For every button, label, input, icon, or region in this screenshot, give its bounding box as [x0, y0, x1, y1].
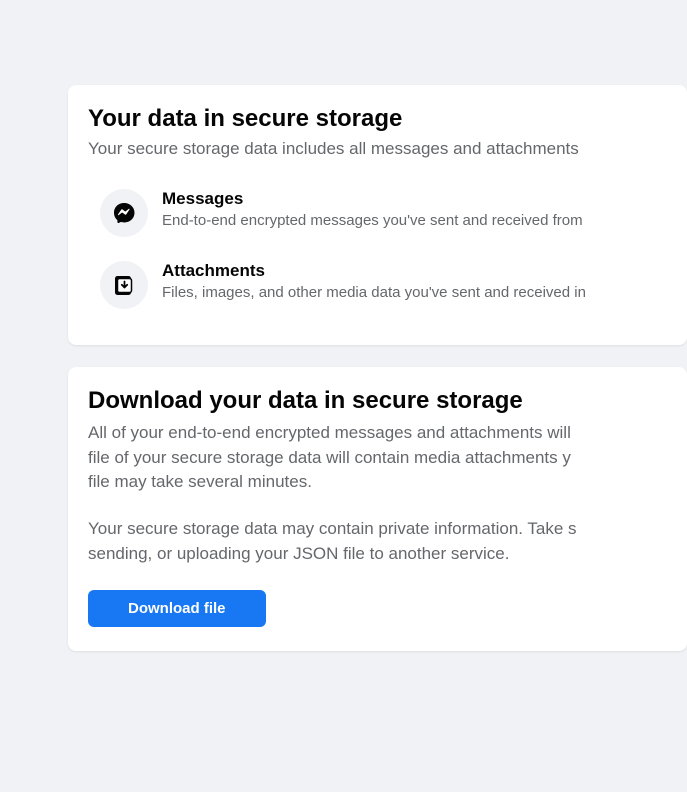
item-desc: End-to-end encrypted messages you've sen… — [162, 212, 583, 229]
card-subtitle: Your secure storage data includes all me… — [88, 139, 667, 159]
item-desc: Files, images, and other media data you'… — [162, 284, 586, 301]
card-title: Download your data in secure storage — [88, 387, 667, 415]
download-data-card: Download your data in secure storage All… — [68, 367, 687, 651]
item-content: Messages End-to-end encrypted messages y… — [162, 189, 583, 229]
messages-item: Messages End-to-end encrypted messages y… — [88, 177, 667, 249]
card-description: All of your end-to-end encrypted message… — [88, 421, 667, 566]
attachments-item: Attachments Files, images, and other med… — [88, 249, 667, 321]
download-file-button[interactable]: Download file — [88, 590, 266, 627]
messenger-icon — [100, 189, 148, 237]
item-title: Messages — [162, 189, 583, 209]
secure-storage-info-card: Your data in secure storage Your secure … — [68, 85, 687, 345]
attachments-icon — [100, 261, 148, 309]
card-title: Your data in secure storage — [88, 105, 667, 133]
item-content: Attachments Files, images, and other med… — [162, 261, 586, 301]
item-title: Attachments — [162, 261, 586, 281]
